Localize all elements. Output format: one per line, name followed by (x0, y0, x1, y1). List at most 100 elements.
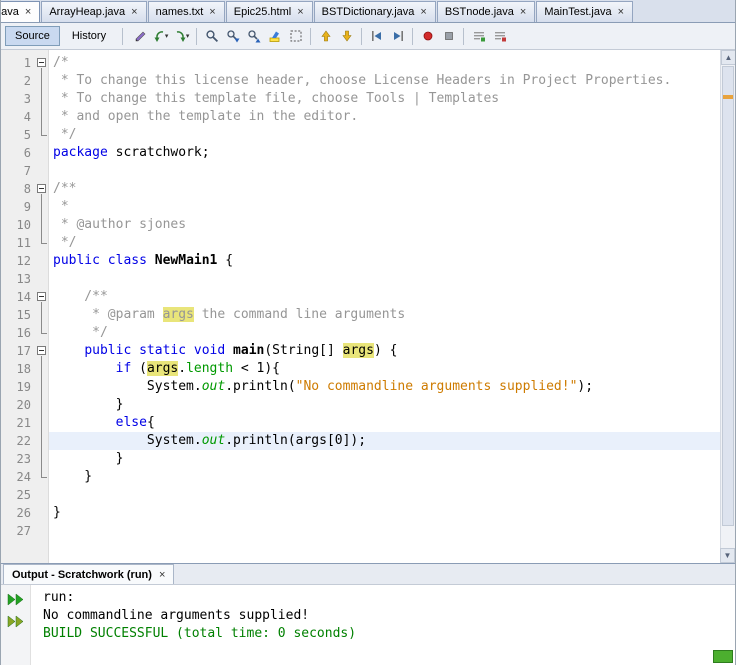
uncomment-icon[interactable] (489, 26, 510, 47)
output-tab[interactable]: Output - Scratchwork (run) × (3, 564, 175, 584)
code-line[interactable]: 12 public class NewMain1 { (1, 252, 720, 270)
shift-line-right-icon[interactable] (387, 26, 408, 47)
line-number: 25 (16, 488, 31, 502)
tab-close-icon[interactable]: × (617, 7, 625, 18)
code-line[interactable]: 27 (1, 522, 720, 540)
code-line[interactable]: 1 /* (1, 54, 720, 72)
code-line[interactable]: 5 */ (1, 126, 720, 144)
rerun-icon[interactable] (5, 590, 27, 609)
code-line[interactable]: 16 */ (1, 324, 720, 342)
find-next-occurrence-icon[interactable] (222, 26, 243, 47)
editor-tab[interactable]: ...ava × (1, 1, 41, 22)
fold-collapse-box[interactable] (37, 292, 46, 301)
editor-tab[interactable]: BSTDictionary.java × (313, 1, 436, 22)
code-line[interactable]: 7 (1, 162, 720, 180)
editor-tab[interactable]: Epic25.html × (225, 1, 313, 22)
code-line[interactable]: 3 * To change this template file, choose… (1, 90, 720, 108)
code-line[interactable]: 14 /** (1, 288, 720, 306)
source-view-button[interactable]: Source (5, 26, 60, 46)
find-selection-icon[interactable] (201, 26, 222, 47)
line-number: 1 (23, 56, 31, 70)
code-line[interactable]: 13 (1, 270, 720, 288)
code-line[interactable]: 20 } (1, 396, 720, 414)
code-line[interactable]: 19 System.out.println("No commandline ar… (1, 378, 720, 396)
editor-vertical-scrollbar[interactable]: ▲ ▼ (720, 50, 735, 563)
stop-macro-recording-icon[interactable] (438, 26, 459, 47)
line-number: 22 (16, 434, 31, 448)
rerun-with-different-parameters-icon[interactable] (5, 612, 27, 631)
fold-collapse-box[interactable] (37, 58, 46, 67)
code-line[interactable]: 21 else{ (1, 414, 720, 432)
code-text: * To change this template file, choose T… (49, 90, 720, 108)
code-line[interactable]: 2 * To change this license header, choos… (1, 72, 720, 90)
code-line[interactable]: 17 public static void main(String[] args… (1, 342, 720, 360)
code-line[interactable]: 22 System.out.println(args[0]); (1, 432, 720, 450)
editor-tab[interactable]: MainTest.java × (536, 1, 634, 22)
code-fold-toggle-icon[interactable] (35, 54, 49, 72)
code-line[interactable]: 11 */ (1, 234, 720, 252)
tab-close-icon[interactable]: × (130, 7, 138, 18)
chevron-down-icon[interactable]: ▾ (186, 32, 190, 40)
scroll-down-arrow-icon[interactable]: ▼ (720, 548, 735, 563)
code-token: void (193, 343, 226, 358)
tab-close-icon[interactable]: × (24, 7, 32, 18)
code-line[interactable]: 26} (1, 504, 720, 522)
line-number: 15 (16, 308, 31, 322)
find-previous-occurrence-icon[interactable] (243, 26, 264, 47)
back-icon[interactable]: ▾ (150, 26, 171, 47)
toolbar-separator (412, 27, 414, 45)
fold-collapse-box[interactable] (37, 184, 46, 193)
next-bookmark-icon[interactable] (336, 26, 357, 47)
forward-icon[interactable]: ▾ (171, 26, 192, 47)
editor-tab[interactable]: BSTnode.java × (436, 1, 536, 22)
code-line[interactable]: 6 package scratchwork; (1, 144, 720, 162)
editor-toolbar-icons: ▾ ▾ (129, 26, 510, 47)
code-token: class (107, 253, 147, 268)
scrollbar-thumb[interactable] (722, 66, 734, 526)
code-line[interactable]: 18 if (args.length < 1){ (1, 360, 720, 378)
code-token: * @param (53, 307, 163, 322)
history-view-button[interactable]: History (62, 26, 116, 46)
editor-tab[interactable]: names.txt × (147, 1, 225, 22)
code-token: * To change this template file, choose T… (53, 91, 500, 106)
code-fold-guide (35, 450, 49, 468)
comment-icon[interactable] (468, 26, 489, 47)
code-line[interactable]: 4 * and open the template in the editor. (1, 108, 720, 126)
previous-bookmark-icon[interactable] (315, 26, 336, 47)
last-edit-location-icon[interactable] (129, 26, 150, 47)
code-editor[interactable]: 1 /* 2 * To change this license header, ch… (1, 50, 735, 563)
output-tab-close-icon[interactable]: × (159, 569, 165, 581)
select-in-projects-icon[interactable] (285, 26, 306, 47)
code-line[interactable]: 23 } (1, 450, 720, 468)
code-line[interactable]: 8 /** (1, 180, 720, 198)
output-text[interactable]: run: No commandline arguments supplied! BU… (31, 585, 735, 665)
toggle-highlight-search-icon[interactable] (264, 26, 285, 47)
code-line[interactable]: 24 } (1, 468, 720, 486)
scroll-up-arrow-icon[interactable]: ▲ (721, 50, 735, 65)
code-fold-guide (35, 126, 49, 144)
tab-close-icon[interactable]: × (208, 7, 216, 18)
code-line[interactable]: 25 (1, 486, 720, 504)
code-line[interactable]: 10 * @author sjones (1, 216, 720, 234)
code-token: out (201, 379, 226, 394)
code-line[interactable]: 15 * @param args the command line argume… (1, 306, 720, 324)
start-macro-recording-icon[interactable] (417, 26, 438, 47)
line-number: 4 (23, 110, 31, 124)
editor-tab[interactable]: ArrayHeap.java × (41, 1, 147, 22)
tab-close-icon[interactable]: × (519, 7, 527, 18)
error-stripe-mark[interactable] (723, 95, 733, 99)
code-area[interactable]: 1 /* 2 * To change this license header, ch… (1, 50, 720, 563)
tab-close-icon[interactable]: × (296, 7, 304, 18)
code-token: * (53, 199, 69, 214)
code-token: else (115, 415, 147, 430)
code-fold-toggle-icon[interactable] (35, 288, 49, 306)
chevron-down-icon[interactable]: ▾ (165, 32, 169, 40)
fold-collapse-box[interactable] (37, 346, 46, 355)
shift-line-left-icon[interactable] (366, 26, 387, 47)
line-number: 9 (23, 200, 31, 214)
tab-close-icon[interactable]: × (419, 7, 427, 18)
code-fold-toggle-icon[interactable] (35, 180, 49, 198)
code-fold-toggle-icon[interactable] (35, 342, 49, 360)
code-line[interactable]: 9 * (1, 198, 720, 216)
